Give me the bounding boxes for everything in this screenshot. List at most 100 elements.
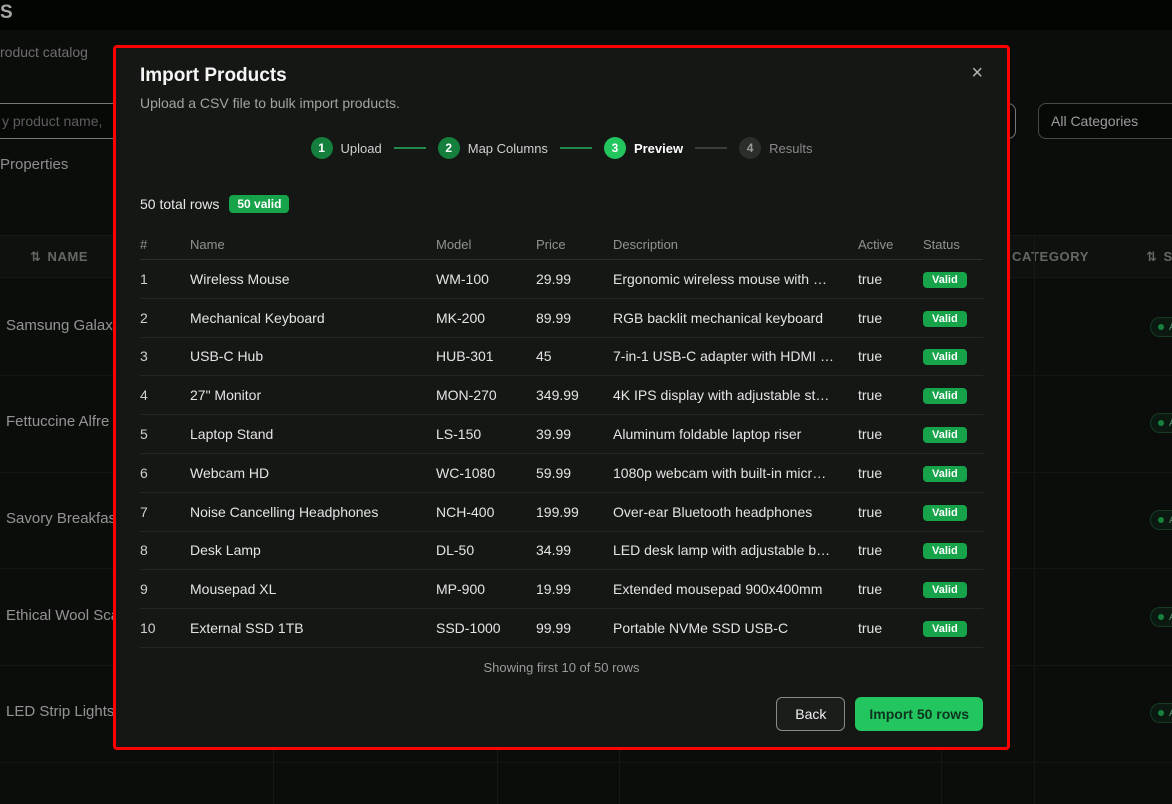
product-name: Wireless Mouse xyxy=(190,271,436,287)
valid-count-badge: 50 valid xyxy=(229,195,289,213)
step-label: Upload xyxy=(341,141,382,156)
step-label: Preview xyxy=(634,141,683,156)
status-badge: Valid xyxy=(923,388,967,404)
status-badge: Valid xyxy=(923,427,967,443)
row-number: 3 xyxy=(140,348,190,364)
import-button[interactable]: Import 50 rows xyxy=(855,697,983,731)
product-name: Mousepad XL xyxy=(190,581,436,597)
step-connector xyxy=(695,147,727,149)
row-number: 1 xyxy=(140,271,190,287)
status-cell: Valid xyxy=(923,580,983,598)
step-number: 2 xyxy=(438,137,460,159)
product-active: true xyxy=(858,504,923,520)
step-preview: 3Preview xyxy=(604,137,683,159)
step-number: 1 xyxy=(311,137,333,159)
step-connector xyxy=(560,147,592,149)
stepper: 1 Upload 2 Map Columns 3Preview 4 Results xyxy=(140,137,983,159)
total-rows-label: 50 total rows xyxy=(140,196,219,212)
import-products-modal: Import Products × Upload a CSV file to b… xyxy=(116,48,1007,747)
product-price: 29.99 xyxy=(536,271,613,287)
column-header: Model xyxy=(436,237,536,252)
product-description: 1080p webcam with built-in micr… xyxy=(613,465,858,481)
product-price: 45 xyxy=(536,348,613,364)
product-model: WM-100 xyxy=(436,271,536,287)
step-label: Results xyxy=(769,141,812,156)
product-active: true xyxy=(858,581,923,597)
column-header: Status xyxy=(923,237,983,252)
annotation-highlight-box: Import Products × Upload a CSV file to b… xyxy=(113,45,1010,750)
status-badge: Valid xyxy=(923,543,967,559)
product-model: DL-50 xyxy=(436,542,536,558)
back-button[interactable]: Back xyxy=(776,697,845,731)
column-header: Name xyxy=(190,237,436,252)
column-header: Description xyxy=(613,237,858,252)
product-description: LED desk lamp with adjustable b… xyxy=(613,542,858,558)
product-model: MP-900 xyxy=(436,581,536,597)
product-price: 34.99 xyxy=(536,542,613,558)
preview-row: 6Webcam HDWC-108059.991080p webcam with … xyxy=(140,454,983,493)
product-price: 99.99 xyxy=(536,620,613,636)
status-cell: Valid xyxy=(923,464,983,482)
row-number: 2 xyxy=(140,310,190,326)
step-results: 4 Results xyxy=(739,137,812,159)
preview-row: 8Desk LampDL-5034.99LED desk lamp with a… xyxy=(140,532,983,571)
status-cell: Valid xyxy=(923,619,983,637)
status-cell: Valid xyxy=(923,270,983,288)
product-model: SSD-1000 xyxy=(436,620,536,636)
product-active: true xyxy=(858,426,923,442)
close-icon[interactable]: × xyxy=(971,64,983,82)
modal-title: Import Products xyxy=(140,64,287,88)
product-model: HUB-301 xyxy=(436,348,536,364)
product-active: true xyxy=(858,542,923,558)
product-name: Laptop Stand xyxy=(190,426,436,442)
preview-table-body: 1Wireless MouseWM-10029.99Ergonomic wire… xyxy=(140,260,983,648)
product-active: true xyxy=(858,465,923,481)
step-connector xyxy=(394,147,426,149)
product-name: Noise Cancelling Headphones xyxy=(190,504,436,520)
product-name: 27" Monitor xyxy=(190,387,436,403)
step-label: Map Columns xyxy=(468,141,548,156)
product-name: Webcam HD xyxy=(190,465,436,481)
step-map-columns: 2 Map Columns xyxy=(438,137,548,159)
product-model: MON-270 xyxy=(436,387,536,403)
product-price: 89.99 xyxy=(536,310,613,326)
status-badge: Valid xyxy=(923,466,967,482)
step-number: 4 xyxy=(739,137,761,159)
product-active: true xyxy=(858,310,923,326)
product-price: 19.99 xyxy=(536,581,613,597)
product-price: 349.99 xyxy=(536,387,613,403)
status-badge: Valid xyxy=(923,272,967,288)
step-upload: 1 Upload xyxy=(311,137,382,159)
product-name: Mechanical Keyboard xyxy=(190,310,436,326)
modal-subtitle: Upload a CSV file to bulk import product… xyxy=(140,94,983,113)
row-number: 5 xyxy=(140,426,190,442)
preview-row: 1Wireless MouseWM-10029.99Ergonomic wire… xyxy=(140,260,983,299)
product-description: Ergonomic wireless mouse with … xyxy=(613,271,858,287)
status-cell: Valid xyxy=(923,541,983,559)
preview-row: 9Mousepad XLMP-90019.99Extended mousepad… xyxy=(140,570,983,609)
product-model: NCH-400 xyxy=(436,504,536,520)
row-number: 10 xyxy=(140,620,190,636)
product-price: 199.99 xyxy=(536,504,613,520)
status-cell: Valid xyxy=(923,425,983,443)
preview-table: #NameModelPriceDescriptionActiveStatus 1… xyxy=(140,229,983,648)
preview-row: 3USB-C HubHUB-301457-in-1 USB-C adapter … xyxy=(140,338,983,377)
preview-row: 10External SSD 1TBSSD-100099.99Portable … xyxy=(140,609,983,648)
preview-row: 5Laptop StandLS-15039.99Aluminum foldabl… xyxy=(140,415,983,454)
product-description: Aluminum foldable laptop riser xyxy=(613,426,858,442)
status-cell: Valid xyxy=(923,503,983,521)
preview-row: 7Noise Cancelling HeadphonesNCH-400199.9… xyxy=(140,493,983,532)
status-badge: Valid xyxy=(923,505,967,521)
showing-note: Showing first 10 of 50 rows xyxy=(140,660,983,675)
modal-footer: Back Import 50 rows xyxy=(140,697,983,731)
product-description: Over-ear Bluetooth headphones xyxy=(613,504,858,520)
preview-table-header: #NameModelPriceDescriptionActiveStatus xyxy=(140,229,983,260)
preview-row: 427" MonitorMON-270349.994K IPS display … xyxy=(140,376,983,415)
product-name: Desk Lamp xyxy=(190,542,436,558)
product-price: 59.99 xyxy=(536,465,613,481)
row-number: 7 xyxy=(140,504,190,520)
product-name: External SSD 1TB xyxy=(190,620,436,636)
row-number: 4 xyxy=(140,387,190,403)
product-active: true xyxy=(858,271,923,287)
product-description: 7-in-1 USB-C adapter with HDMI … xyxy=(613,348,858,364)
